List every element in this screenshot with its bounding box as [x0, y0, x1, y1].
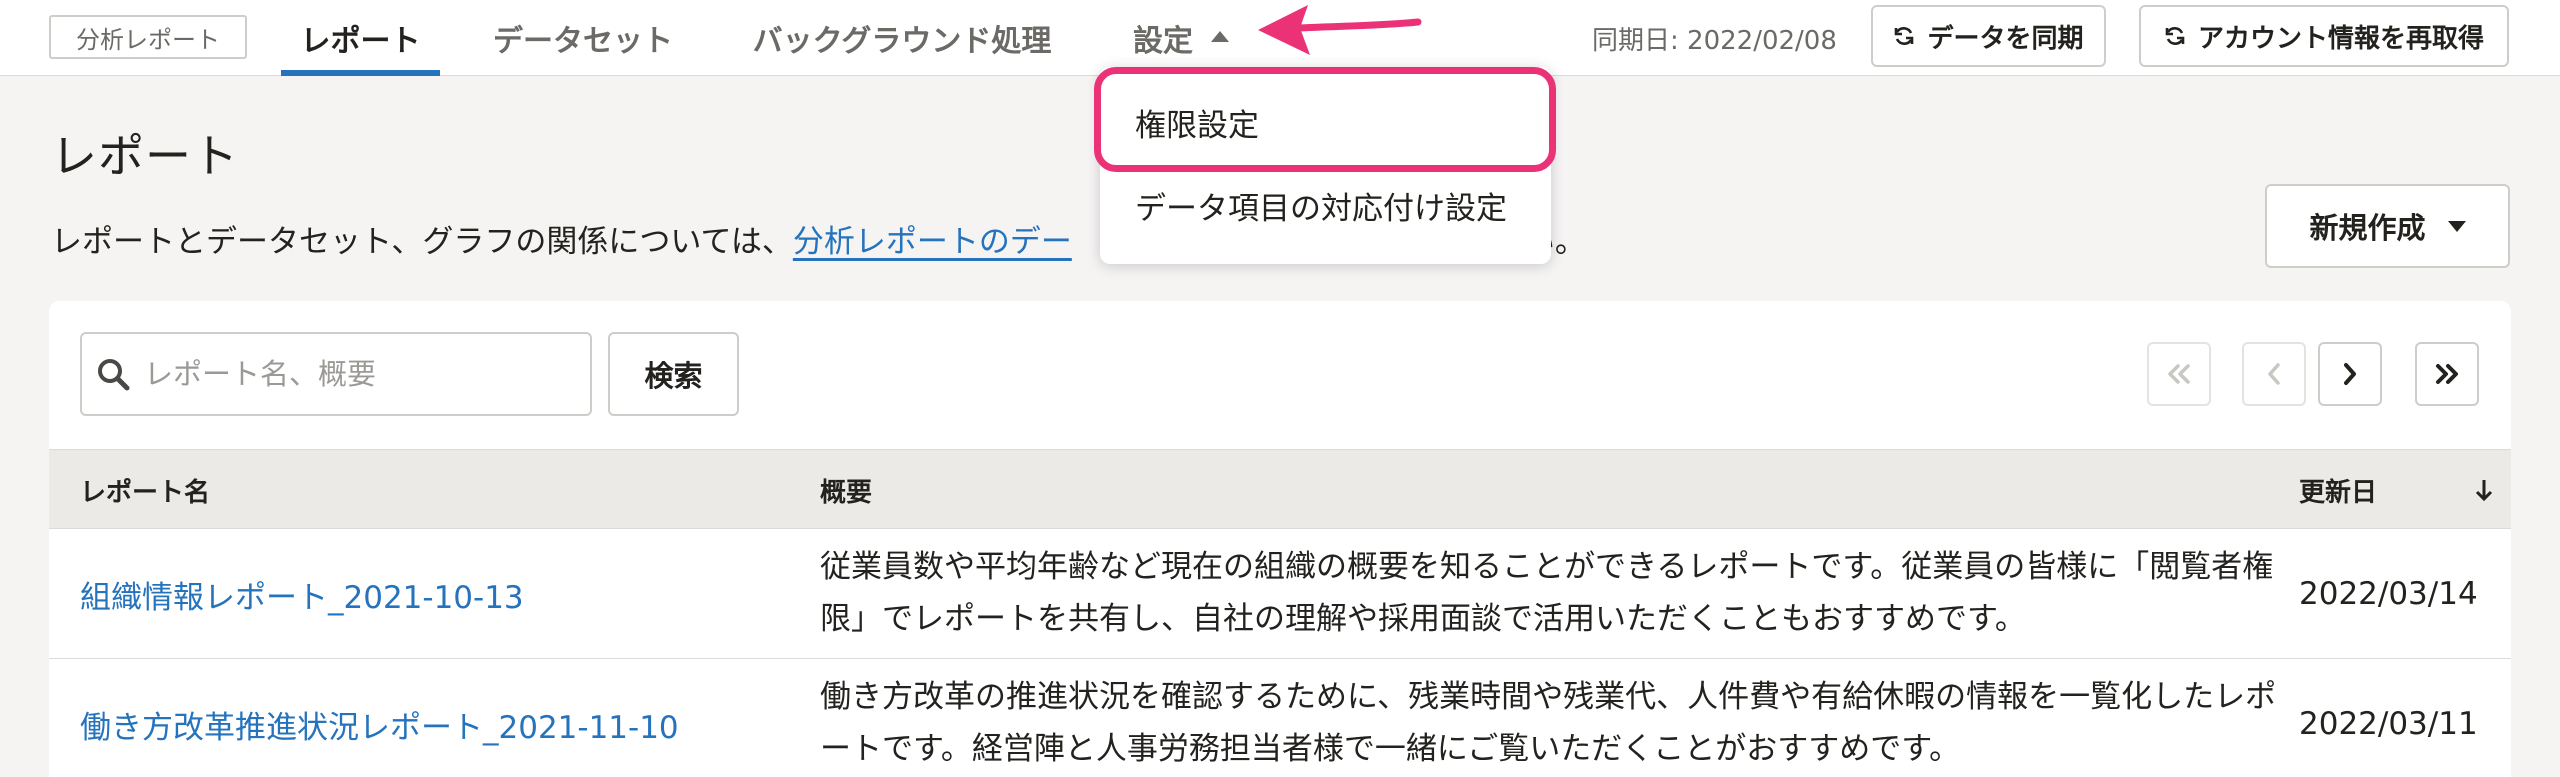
sync-data-button[interactable]: データを同期: [1871, 5, 2106, 67]
report-updated-date: 2022/03/11: [2299, 706, 2478, 742]
prev-page-button[interactable]: [2242, 342, 2306, 406]
first-page-button[interactable]: [2147, 342, 2211, 406]
active-tab-indicator: [281, 70, 440, 76]
search-field[interactable]: [80, 332, 592, 416]
last-page-button[interactable]: [2415, 342, 2479, 406]
new-report-button[interactable]: 新規作成: [2265, 184, 2510, 268]
prev-page-icon: [2268, 363, 2280, 385]
menu-item-permissions[interactable]: 権限設定: [1135, 92, 1259, 152]
page-title: レポート: [51, 129, 239, 183]
tab-reports[interactable]: レポート: [281, 0, 440, 76]
refetch-account-button[interactable]: アカウント情報を再取得: [2139, 5, 2509, 67]
search-button[interactable]: 検索: [608, 332, 739, 416]
table-row: 組織情報レポート_2021-10-13 従業員数や平均年齢など現在の組織の概要を…: [49, 529, 2511, 659]
table-header: レポート名 概要 更新日: [49, 449, 2511, 529]
last-page-icon: [2436, 364, 2458, 384]
tab-datasets-label: データセット: [493, 24, 673, 59]
search-input[interactable]: [144, 357, 564, 391]
menu-item-field-mapping[interactable]: データ項目の対応付け設定: [1135, 175, 1507, 235]
next-page-button[interactable]: [2318, 342, 2382, 406]
report-description: 従業員数や平均年齢など現在の組織の概要を知ることができるレポートです。従業員の皆…: [820, 549, 2274, 637]
reports-card: 検索 レポート名 概要 更新日 組織情報レポート_2021-10-13 従業員数…: [49, 301, 2511, 777]
report-name-link[interactable]: 働き方改革推進状況レポート_2021-11-10: [80, 659, 679, 777]
refresh-icon: [1893, 25, 1915, 47]
tab-datasets[interactable]: データセット: [488, 0, 678, 76]
tab-reports-label: レポート: [300, 24, 421, 59]
caret-up-icon: [1211, 30, 1229, 42]
refresh-icon: [2164, 25, 2186, 47]
tab-settings[interactable]: 設定: [1126, 0, 1236, 76]
report-updated-date: 2022/03/14: [2299, 576, 2478, 612]
annotation-arrow-icon: [1258, 5, 1422, 55]
column-header-name[interactable]: レポート名: [80, 450, 210, 530]
app-badge: 分析レポート: [49, 15, 247, 59]
refetch-account-label: アカウント情報を再取得: [2197, 23, 2484, 54]
column-header-updated[interactable]: 更新日: [2299, 450, 2377, 530]
tab-background-jobs[interactable]: バックグラウンド処理: [742, 0, 1062, 76]
sync-date: 同期日: 2022/02/08: [1592, 25, 1837, 56]
sort-desc-icon[interactable]: [2474, 477, 2494, 503]
settings-dropdown-menu: 権限設定 データ項目の対応付け設定: [1100, 67, 1551, 264]
report-name-link[interactable]: 組織情報レポート_2021-10-13: [80, 529, 524, 659]
sync-data-label: データを同期: [1927, 23, 2084, 54]
first-page-icon: [2168, 364, 2190, 384]
description-text: レポートとデータセット、グラフの関係については、: [51, 223, 793, 260]
next-page-icon: [2344, 363, 2356, 385]
tab-settings-label: 設定: [1133, 24, 1193, 59]
tab-background-jobs-label: バックグラウンド処理: [752, 24, 1052, 59]
caret-down-icon: [2447, 220, 2466, 232]
table-row: 働き方改革推進状況レポート_2021-11-10 働き方改革の推進状況を確認する…: [49, 659, 2511, 777]
new-report-label: 新規作成: [2309, 211, 2426, 245]
report-description: 働き方改革の推進状況を確認するために、残業時間や残業代、人件費や有給休暇の情報を…: [820, 679, 2277, 767]
search-button-label: 検索: [644, 359, 703, 393]
docs-link[interactable]: 分析レポートのデー: [793, 216, 1072, 261]
search-icon: [96, 357, 130, 391]
column-header-description[interactable]: 概要: [820, 450, 872, 530]
